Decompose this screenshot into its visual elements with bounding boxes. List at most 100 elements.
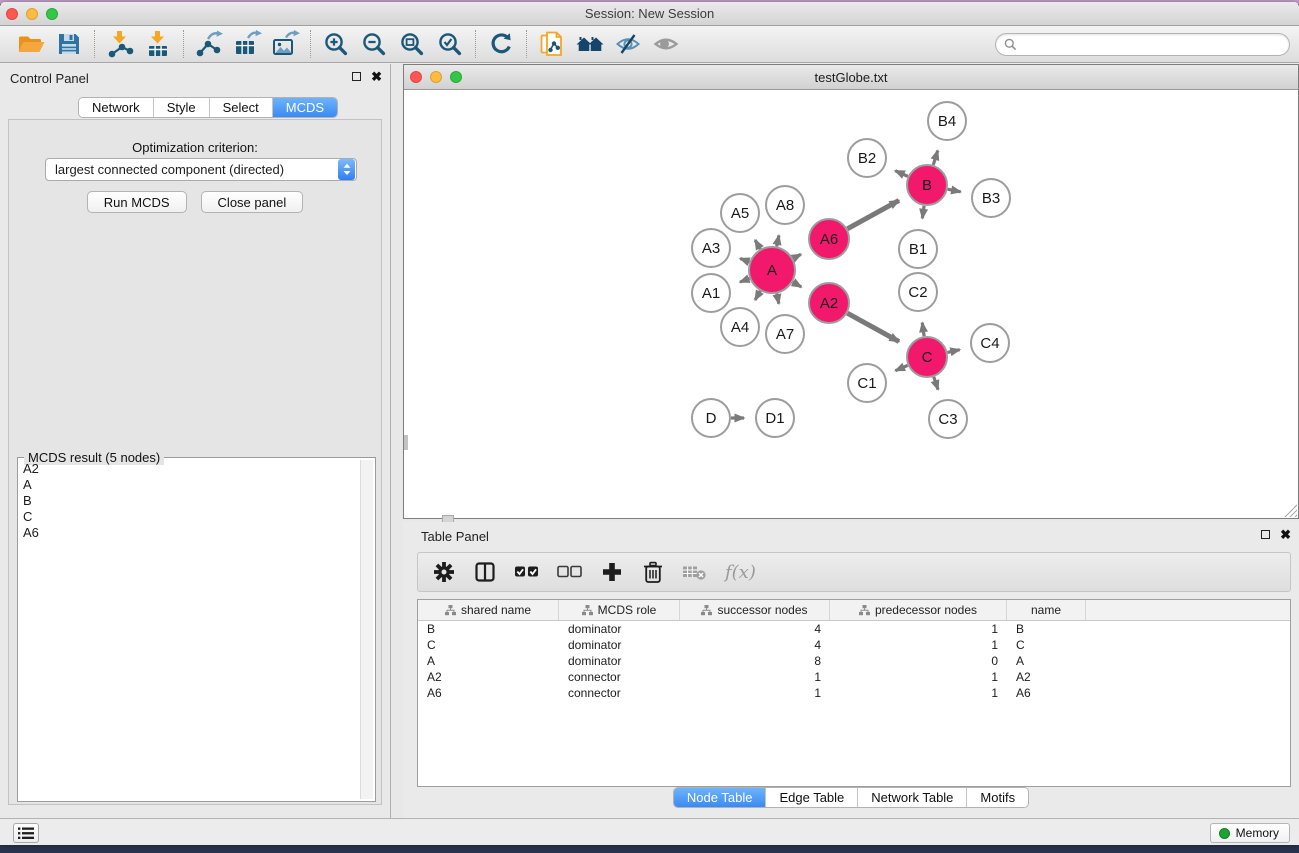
node-A8[interactable]: A8 xyxy=(766,186,804,224)
network-from-selection-icon[interactable] xyxy=(533,28,571,60)
node-B[interactable]: B xyxy=(907,165,947,205)
show-all-icon[interactable] xyxy=(647,28,685,60)
table-close-panel-icon[interactable]: ✖ xyxy=(1280,529,1291,540)
zoom-fit-icon[interactable] xyxy=(393,28,431,60)
node-C[interactable]: C xyxy=(907,337,947,377)
delete-table-icon[interactable] xyxy=(682,562,708,582)
table-row[interactable]: A6connector11A6 xyxy=(418,685,1290,701)
edge-A-A2[interactable] xyxy=(793,282,802,287)
tab-node-table[interactable]: Node Table xyxy=(674,788,767,807)
node-C2[interactable]: C2 xyxy=(899,273,937,311)
node-A6[interactable]: A6 xyxy=(809,219,849,259)
hide-selected-icon[interactable] xyxy=(609,28,647,60)
node-D[interactable]: D xyxy=(692,399,730,437)
column-header-name[interactable]: name xyxy=(1007,600,1086,620)
edge-A-A4[interactable] xyxy=(755,291,760,300)
search-box[interactable] xyxy=(995,33,1290,56)
edge-A-A8[interactable] xyxy=(777,235,779,246)
open-session-icon[interactable] xyxy=(12,28,50,60)
edge-A-A7[interactable] xyxy=(777,294,779,304)
edge-A-A1[interactable] xyxy=(740,278,750,282)
node-A4[interactable]: A4 xyxy=(721,308,759,346)
mcds-result-item[interactable]: A6 xyxy=(21,525,359,541)
node-C3[interactable]: C3 xyxy=(929,400,967,438)
node-A7[interactable]: A7 xyxy=(766,315,804,353)
network-graph[interactable]: A A1 A2 A3 A4 A5 A6 A7 A8 B B1 B2 B3 B4 C C1 C2 C3C4 D D1 xyxy=(404,90,1298,518)
export-image-icon[interactable] xyxy=(266,28,304,60)
mcds-result-item[interactable]: A2 xyxy=(21,461,359,477)
edge-B-B4[interactable] xyxy=(933,151,937,165)
canvas-scrollbar-thumb[interactable] xyxy=(404,435,408,450)
tab-network-table[interactable]: Network Table xyxy=(858,788,967,807)
node-D1[interactable]: D1 xyxy=(756,399,794,437)
zoom-out-icon[interactable] xyxy=(355,28,393,60)
refresh-layout-icon[interactable] xyxy=(482,28,520,60)
edge-C-C4[interactable] xyxy=(947,350,959,353)
table-float-panel-icon[interactable] xyxy=(1261,530,1270,539)
table-row[interactable]: A2connector11A2 xyxy=(418,669,1290,685)
node-B1[interactable]: B1 xyxy=(899,230,937,268)
network-canvas[interactable]: A A1 A2 A3 A4 A5 A6 A7 A8 B B1 B2 B3 B4 C C1 C2 C3C4 D D1 xyxy=(404,90,1298,518)
import-table-icon[interactable] xyxy=(139,28,177,60)
column-header-predecessor-nodes[interactable]: predecessor nodes xyxy=(830,600,1007,620)
node-C4[interactable]: C4 xyxy=(971,324,1009,362)
task-history-button[interactable] xyxy=(13,823,39,843)
tab-network[interactable]: Network xyxy=(79,98,154,117)
zoom-selected-icon[interactable] xyxy=(431,28,469,60)
node-B4[interactable]: B4 xyxy=(928,102,966,140)
frame-resize-grip[interactable] xyxy=(1284,504,1297,517)
float-panel-icon[interactable] xyxy=(352,72,361,81)
result-scrollbar[interactable] xyxy=(360,460,373,799)
export-table-icon[interactable] xyxy=(228,28,266,60)
zoom-in-icon[interactable] xyxy=(317,28,355,60)
node-B2[interactable]: B2 xyxy=(848,139,886,177)
export-network-icon[interactable] xyxy=(190,28,228,60)
first-neighbors-icon[interactable] xyxy=(571,28,609,60)
edge-C-C2[interactable] xyxy=(922,323,924,336)
deselect-all-icon[interactable] xyxy=(557,561,583,583)
edge-C-C1[interactable] xyxy=(895,365,907,370)
import-network-icon[interactable] xyxy=(101,28,139,60)
edge-A2-C[interactable] xyxy=(847,313,899,341)
tab-edge-table[interactable]: Edge Table xyxy=(766,788,858,807)
search-input[interactable] xyxy=(1017,38,1281,52)
run-mcds-button[interactable]: Run MCDS xyxy=(87,191,187,213)
mcds-result-item[interactable]: A xyxy=(21,477,359,493)
edge-C-C3[interactable] xyxy=(934,377,938,390)
mcds-result-item[interactable]: C xyxy=(21,509,359,525)
column-header-successor-nodes[interactable]: successor nodes xyxy=(680,600,830,620)
node-B3[interactable]: B3 xyxy=(972,179,1010,217)
edge-A-A3[interactable] xyxy=(740,259,749,262)
tab-style[interactable]: Style xyxy=(154,98,210,117)
table-row[interactable]: Adominator80A xyxy=(418,653,1290,669)
tab-mcds[interactable]: MCDS xyxy=(273,98,337,117)
edge-B-B1[interactable] xyxy=(922,206,924,219)
node-A2[interactable]: A2 xyxy=(809,283,849,323)
table-row[interactable]: Cdominator41C xyxy=(418,637,1290,653)
edge-A-A5[interactable] xyxy=(755,240,760,249)
close-panel-button[interactable]: Close panel xyxy=(201,191,304,213)
gear-icon[interactable] xyxy=(432,561,456,583)
edge-A6-B[interactable] xyxy=(847,200,899,228)
table-row[interactable]: Bdominator41B xyxy=(418,621,1290,637)
column-header-MCDS-role[interactable]: MCDS role xyxy=(559,600,680,620)
node-C1[interactable]: C1 xyxy=(848,364,886,402)
edge-B-B3[interactable] xyxy=(948,189,961,192)
tab-select[interactable]: Select xyxy=(210,98,273,117)
columns-icon[interactable] xyxy=(473,561,497,583)
edge-A-A6[interactable] xyxy=(793,254,801,258)
function-builder-icon[interactable]: f(x) xyxy=(725,562,756,583)
add-row-icon[interactable] xyxy=(600,561,624,583)
delete-row-icon[interactable] xyxy=(641,561,665,584)
node-A3[interactable]: A3 xyxy=(692,229,730,267)
tab-motifs[interactable]: Motifs xyxy=(967,788,1028,807)
select-all-icon[interactable] xyxy=(514,561,540,583)
node-A5[interactable]: A5 xyxy=(721,194,759,232)
mcds-result-item[interactable]: B xyxy=(21,493,359,509)
close-panel-icon[interactable]: ✖ xyxy=(371,71,382,82)
optimization-criterion-dropdown[interactable]: largest connected component (directed) xyxy=(45,158,357,181)
memory-button[interactable]: Memory xyxy=(1210,823,1290,843)
node-A[interactable]: A xyxy=(749,247,795,293)
node-A1[interactable]: A1 xyxy=(692,274,730,312)
edge-B-B2[interactable] xyxy=(895,171,908,177)
